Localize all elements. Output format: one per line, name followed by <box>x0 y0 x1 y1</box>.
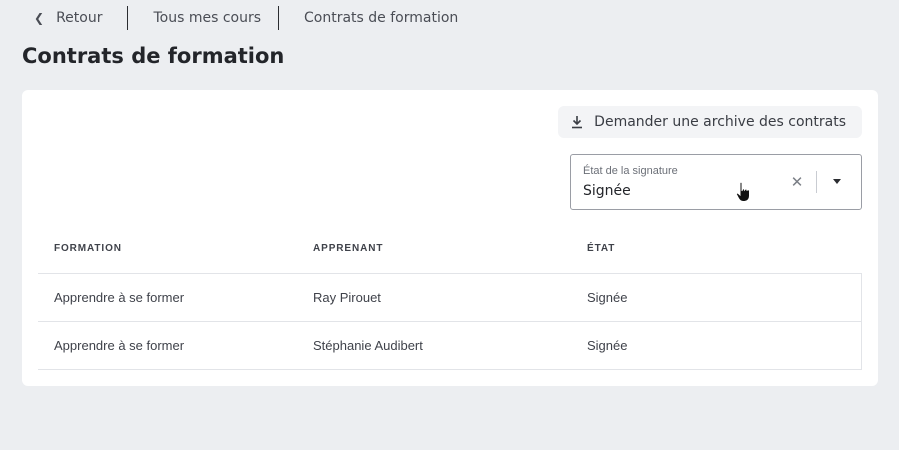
table-header: FORMATION APPRENANT ÉTAT <box>38 224 862 274</box>
cell-etat: Signée <box>587 338 628 353</box>
column-header-apprenant[interactable]: APPRENANT <box>313 243 587 254</box>
breadcrumb: ❮ Retour Tous mes cours Contrats de form… <box>34 6 458 30</box>
contracts-card: Demander une archive des contrats État d… <box>22 90 878 386</box>
table-row[interactable]: Apprendre à se former Stéphanie Audibert… <box>38 322 862 370</box>
column-header-etat[interactable]: ÉTAT <box>587 243 862 254</box>
cell-etat: Signée <box>587 290 628 305</box>
cell-formation: Apprendre à se former <box>54 290 185 305</box>
table-row[interactable]: Apprendre à se former Ray Pirouet Signée <box>38 274 862 322</box>
cell-formation: Apprendre à se former <box>54 338 185 353</box>
back-label: Retour <box>56 10 103 26</box>
clear-icon[interactable]: ✕ <box>789 173 805 191</box>
hand-cursor-icon <box>735 181 750 202</box>
request-archive-label: Demander une archive des contrats <box>594 114 846 130</box>
caret-down-icon[interactable] <box>833 179 841 184</box>
signature-state-value: Signée <box>583 183 631 199</box>
column-header-formation[interactable]: FORMATION <box>38 243 313 254</box>
breadcrumb-item-courses[interactable]: Tous mes cours <box>128 6 278 30</box>
cell-apprenant: Stéphanie Audibert <box>313 338 423 353</box>
contracts-table: FORMATION APPRENANT ÉTAT Apprendre à se … <box>38 224 862 370</box>
cell-apprenant: Ray Pirouet <box>313 290 381 305</box>
request-archive-button[interactable]: Demander une archive des contrats <box>558 106 862 138</box>
select-divider <box>816 171 817 193</box>
breadcrumb-item-current: Contrats de formation <box>304 10 459 26</box>
back-link[interactable]: ❮ Retour <box>34 6 127 30</box>
signature-state-label: État de la signature <box>583 165 678 177</box>
page-title: Contrats de formation <box>22 44 285 68</box>
chevron-left-icon: ❮ <box>34 11 45 25</box>
signature-state-select[interactable]: État de la signature Signée ✕ <box>570 154 862 210</box>
download-icon <box>572 116 583 129</box>
